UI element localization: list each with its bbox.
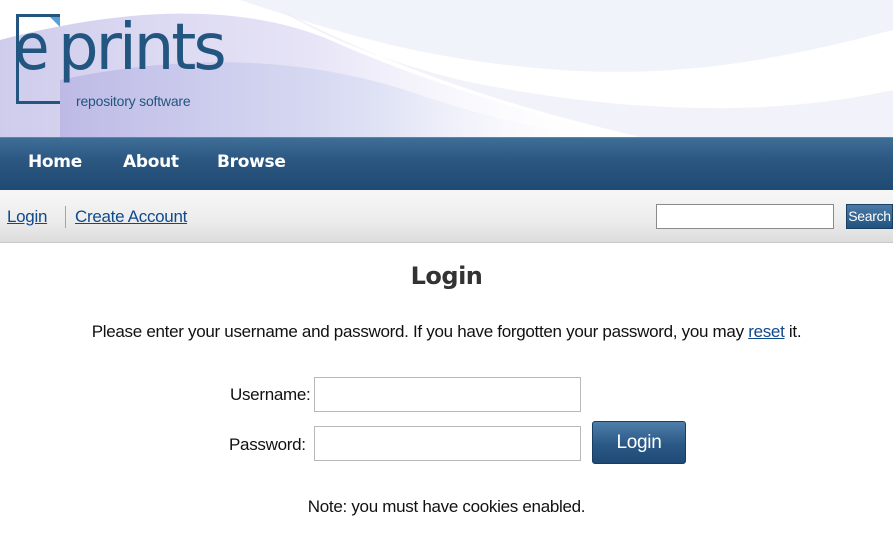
intro-text-before: Please enter your username and password.…: [91, 322, 749, 341]
cookies-note: Note: you must have cookies enabled.: [307, 497, 586, 516]
login-button[interactable]: Login: [592, 421, 686, 464]
nav-home[interactable]: Home: [28, 152, 82, 172]
password-field[interactable]: [314, 426, 581, 461]
search-button[interactable]: Search: [846, 204, 893, 229]
eprints-logo[interactable]: e prints repository software: [14, 11, 227, 112]
main-nav: Home About Browse: [0, 137, 893, 190]
page: e prints repository software Home About …: [0, 0, 893, 553]
login-link[interactable]: Login: [7, 207, 47, 227]
create-account-link[interactable]: Create Account: [75, 207, 187, 227]
intro-text-after: it.: [784, 322, 802, 341]
user-toolbar: Login Create Account Search: [0, 190, 893, 243]
password-label: Password:: [229, 435, 306, 454]
page-title: Login: [410, 262, 483, 290]
username-field[interactable]: [314, 377, 581, 412]
toolbar-divider: [65, 206, 66, 228]
nav-browse[interactable]: Browse: [217, 152, 286, 172]
login-instructions: Please enter your username and password.…: [0, 322, 893, 342]
search-input[interactable]: [656, 204, 834, 229]
reset-password-link[interactable]: reset: [748, 322, 785, 341]
nav-about[interactable]: About: [123, 152, 179, 172]
logo-wordmark: prints: [58, 11, 227, 85]
logo-tagline: repository software: [76, 93, 191, 109]
logo-letter-e: e: [14, 11, 49, 85]
header-banner: e prints repository software: [0, 0, 893, 137]
username-label: Username:: [230, 385, 311, 404]
